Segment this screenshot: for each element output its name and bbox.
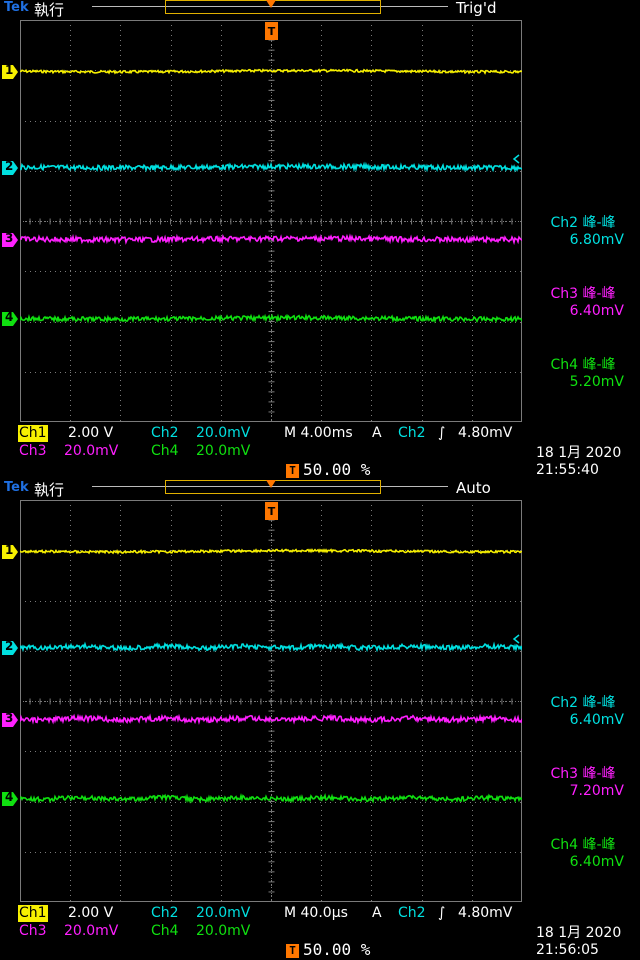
channel-readout-row-2: Ch3 20.0mV Ch4 20.0mV bbox=[18, 443, 526, 461]
channel-number: 2 bbox=[5, 159, 14, 174]
trigger-level: 4.80mV bbox=[458, 425, 513, 441]
measurement-ch2: Ch2 峰-峰 6.40mV bbox=[528, 692, 638, 728]
waveform-graticule bbox=[20, 20, 522, 422]
ch4-label: Ch4 bbox=[151, 923, 179, 939]
measurement-value: 6.40mV bbox=[569, 854, 624, 870]
datetime: 18 1月 2020 21:55:40 bbox=[536, 445, 621, 479]
trigger-mode: A bbox=[372, 425, 382, 441]
ch3-label: Ch3 bbox=[19, 923, 47, 939]
trigger-position-icon bbox=[266, 480, 276, 488]
measurement-value: 5.20mV bbox=[569, 374, 624, 390]
ch2-label: Ch2 bbox=[151, 905, 179, 921]
ch2-scale: 20.0mV bbox=[196, 425, 251, 441]
run-state: 執行 bbox=[34, 1, 65, 19]
trigger-level-arrow-icon bbox=[512, 154, 520, 164]
ch1-label: Ch1 bbox=[18, 905, 48, 922]
top-status-bar: Tek 執行 Auto bbox=[0, 479, 640, 499]
trigger-position-value: 50.00 % bbox=[303, 940, 371, 959]
trigger-mode: A bbox=[372, 905, 382, 921]
measurement-value: 6.80mV bbox=[569, 232, 624, 248]
scope-screen-bottom: Tek 執行 Auto Ch2 峰-峰 6.40mV Ch3 峰-峰 7.20m… bbox=[0, 479, 640, 960]
brand-logo: Tek bbox=[4, 480, 29, 495]
trigger-level-arrow-icon bbox=[512, 634, 520, 644]
ch3-scale: 20.0mV bbox=[64, 443, 119, 459]
time: 21:56:05 bbox=[536, 942, 599, 958]
ch3-ground-marker[interactable]: 3 bbox=[2, 231, 18, 248]
trigger-time-marker-icon: T bbox=[265, 502, 278, 520]
datetime: 18 1月 2020 21:56:05 bbox=[536, 925, 621, 959]
ch2-ground-marker[interactable]: 2 bbox=[2, 639, 18, 656]
measurement-value: 7.20mV bbox=[569, 783, 624, 799]
trigger-badge-icon: T bbox=[286, 463, 299, 478]
measurement-value: 6.40mV bbox=[569, 712, 624, 728]
ch2-ground-marker[interactable]: 2 bbox=[2, 159, 18, 176]
ch2-label: Ch2 bbox=[151, 425, 179, 441]
measurement-ch2: Ch2 峰-峰 6.80mV bbox=[528, 212, 638, 248]
trigger-position-icon bbox=[266, 0, 276, 8]
measurement-label: Ch4 峰-峰 bbox=[550, 357, 616, 373]
measurement-ch4: Ch4 峰-峰 5.20mV bbox=[528, 354, 638, 390]
channel-readout-row-2: Ch3 20.0mV Ch4 20.0mV bbox=[18, 923, 526, 941]
channel-number: 1 bbox=[5, 543, 14, 558]
channel-number: 3 bbox=[5, 231, 14, 246]
ch1-scale: 2.00 V bbox=[68, 905, 114, 921]
channel-number: 4 bbox=[5, 790, 14, 805]
channel-readout-row-1: Ch1 2.00 V Ch2 20.0mV M 4.00ms A Ch2 ∫ 4… bbox=[18, 425, 526, 443]
trigger-status: Auto bbox=[456, 479, 491, 497]
ch4-ground-marker[interactable]: 4 bbox=[2, 310, 18, 327]
graticule-svg bbox=[20, 500, 522, 902]
trigger-position-readout: T 50.00 % bbox=[286, 461, 370, 478]
ch3-label: Ch3 bbox=[19, 443, 47, 459]
rising-edge-icon: ∫ bbox=[438, 425, 446, 441]
ch3-ground-marker[interactable]: 3 bbox=[2, 711, 18, 728]
date: 18 1月 2020 bbox=[536, 445, 622, 461]
measurement-ch4: Ch4 峰-峰 6.40mV bbox=[528, 834, 638, 870]
trigger-level: 4.80mV bbox=[458, 905, 513, 921]
measurement-label: Ch2 峰-峰 bbox=[550, 695, 616, 711]
trigger-position-readout: T 50.00 % bbox=[286, 941, 370, 958]
ch4-ground-marker[interactable]: 4 bbox=[2, 790, 18, 807]
trigger-position-value: 50.00 % bbox=[303, 460, 371, 479]
timebase: M 40.0µs bbox=[284, 905, 348, 921]
trigger-source: Ch2 bbox=[398, 425, 426, 441]
ch1-scale: 2.00 V bbox=[68, 425, 114, 441]
channel-number: 3 bbox=[5, 711, 14, 726]
top-status-bar: Tek 執行 Trig'd bbox=[0, 0, 640, 19]
ch4-scale: 20.0mV bbox=[196, 923, 251, 939]
measurement-label: Ch3 峰-峰 bbox=[550, 286, 616, 302]
trigger-source: Ch2 bbox=[398, 905, 426, 921]
scope-screen-top: Tek 執行 Trig'd Ch2 峰-峰 6.80mV Ch3 峰-峰 6.4… bbox=[0, 0, 640, 480]
ch4-scale: 20.0mV bbox=[196, 443, 251, 459]
measurement-label: Ch2 峰-峰 bbox=[550, 215, 616, 231]
channel-number: 1 bbox=[5, 63, 14, 78]
channel-readout-row-1: Ch1 2.00 V Ch2 20.0mV M 40.0µs A Ch2 ∫ 4… bbox=[18, 905, 526, 923]
ch1-ground-marker[interactable]: 1 bbox=[2, 63, 18, 80]
graticule-svg bbox=[20, 20, 522, 422]
trigger-badge-icon: T bbox=[286, 943, 299, 958]
channel-number: 4 bbox=[5, 310, 14, 325]
run-state: 執行 bbox=[34, 481, 65, 499]
brand-logo: Tek bbox=[4, 0, 29, 15]
date: 18 1月 2020 bbox=[536, 925, 622, 941]
trace-ch2 bbox=[20, 161, 522, 173]
measurement-ch3: Ch3 峰-峰 7.20mV bbox=[528, 763, 638, 799]
trigger-status: Trig'd bbox=[456, 0, 497, 17]
ch2-scale: 20.0mV bbox=[196, 905, 251, 921]
ch1-ground-marker[interactable]: 1 bbox=[2, 543, 18, 560]
time: 21:55:40 bbox=[536, 462, 599, 478]
timebase: M 4.00ms bbox=[284, 425, 353, 441]
ch1-label: Ch1 bbox=[18, 425, 48, 442]
ch3-scale: 20.0mV bbox=[64, 923, 119, 939]
rising-edge-icon: ∫ bbox=[438, 905, 446, 921]
ch4-label: Ch4 bbox=[151, 443, 179, 459]
channel-number: 2 bbox=[5, 639, 14, 654]
measurement-value: 6.40mV bbox=[569, 303, 624, 319]
measurement-label: Ch4 峰-峰 bbox=[550, 837, 616, 853]
trigger-time-marker-icon: T bbox=[265, 22, 278, 40]
waveform-graticule bbox=[20, 500, 522, 902]
measurement-ch3: Ch3 峰-峰 6.40mV bbox=[528, 283, 638, 319]
measurement-label: Ch3 峰-峰 bbox=[550, 766, 616, 782]
